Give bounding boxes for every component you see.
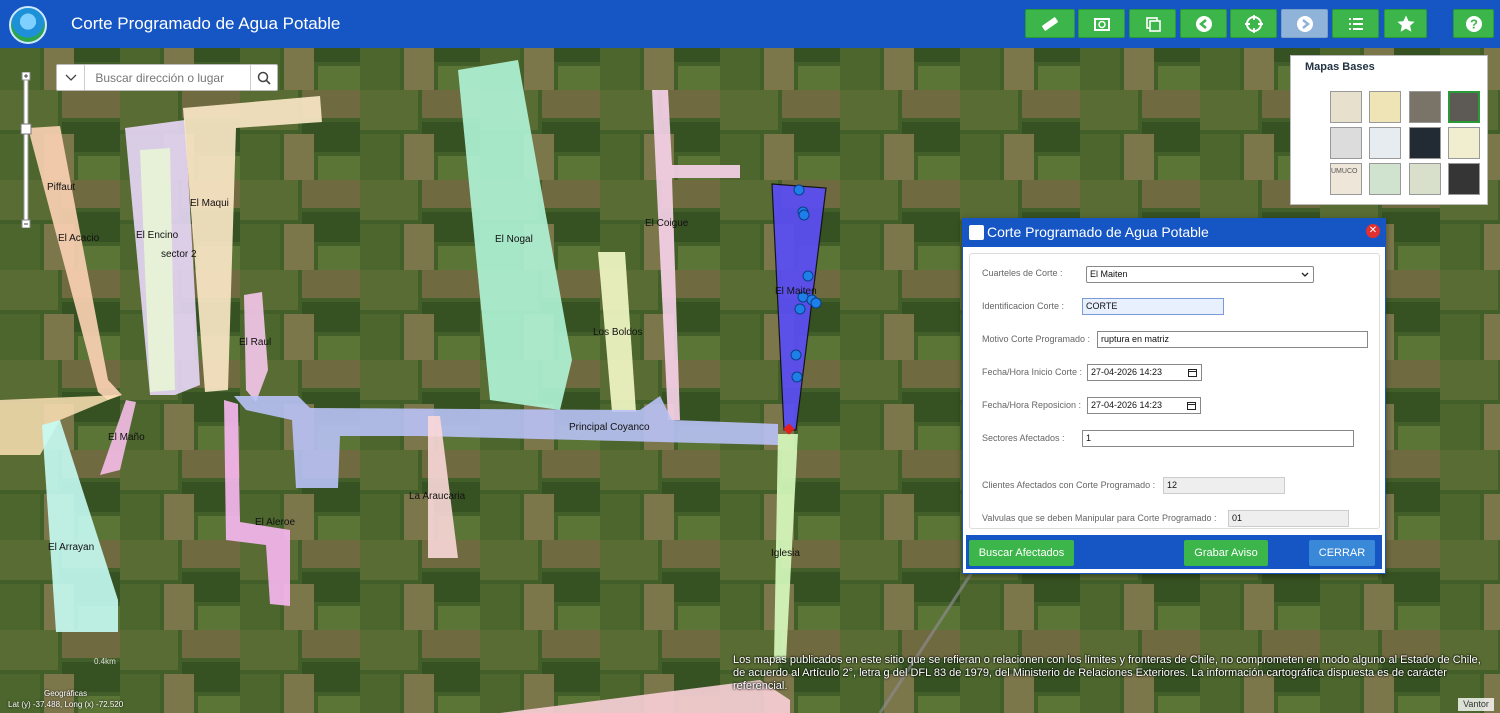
search-button[interactable]: [250, 65, 277, 90]
legal-disclaimer: Los mapas publicados en este sitio que s…: [733, 654, 1481, 692]
search-input[interactable]: [85, 65, 251, 90]
search-bar: [56, 64, 278, 91]
top-bar: Corte Programado de Agua Potable ?: [0, 0, 1500, 48]
zone-label: La Araucaria: [409, 491, 466, 502]
zoom-slider[interactable]: [20, 71, 32, 229]
forward-arrow-icon: [1296, 15, 1313, 32]
zone-label: El Nogal: [495, 234, 533, 245]
back-arrow-icon: [1195, 15, 1212, 32]
dialog-camera-icon: [969, 225, 984, 240]
layers-copy-icon: [1145, 16, 1161, 32]
help-icon: ?: [1465, 15, 1482, 32]
calendar-icon: [1187, 402, 1196, 410]
fecha-reposicion-value: 27-04-2026 14:23: [1091, 400, 1163, 410]
app-title: Corte Programado de Agua Potable: [71, 14, 341, 33]
zone-label: El Maqui: [190, 198, 229, 209]
zone-label: Iglesia: [771, 548, 800, 559]
basemap-gallery-title: Mapas Bases: [1305, 61, 1375, 73]
corte-programado-dialog: Corte Programado de Agua Potable ✕ Cuart…: [962, 218, 1386, 574]
scale-bar: 0.4km: [94, 657, 116, 666]
calendar-icon: [1188, 369, 1197, 377]
photo-search-icon: [1093, 17, 1110, 31]
sectores-label: Sectores Afectados :: [982, 433, 1065, 443]
fecha-reposicion-field[interactable]: 27-04-2026 14:23: [1087, 397, 1201, 414]
valvulas-label: Valvulas que se deben Manipular para Cor…: [982, 513, 1217, 523]
basemap-thumb-hybrid-selected[interactable]: [1448, 91, 1480, 123]
help-button[interactable]: ?: [1453, 9, 1494, 38]
search-dropdown-button[interactable]: [57, 65, 86, 90]
identificacion-field[interactable]: CORTE: [1082, 298, 1224, 315]
clientes-field: 12: [1163, 477, 1285, 494]
dialog-title: Corte Programado de Agua Potable: [987, 224, 1209, 240]
zone-label: El Aleroe: [255, 517, 296, 528]
zone-label: Los Boldos: [593, 327, 643, 338]
app-root: Corte Programado de Agua Potable ? Piffa…: [0, 0, 1500, 713]
zone-label: El Coigue: [645, 218, 689, 229]
basemap-thumb-gray[interactable]: [1330, 127, 1362, 159]
zone-label: El Raul: [239, 337, 272, 348]
list-button[interactable]: [1332, 9, 1379, 38]
dialog-form: Cuarteles de Corte : El Maiten Identific…: [969, 253, 1380, 529]
favorites-button[interactable]: [1384, 9, 1427, 38]
dialog-close-button[interactable]: ✕: [1366, 224, 1380, 238]
basemap-thumb-terrain[interactable]: [1369, 163, 1401, 195]
basemap-thumb-dark[interactable]: [1409, 127, 1441, 159]
identificacion-label: Identificacion Corte :: [982, 301, 1065, 311]
fecha-inicio-field[interactable]: 27-04-2026 14:23: [1087, 364, 1202, 381]
basemap-thumb-osm[interactable]: [1448, 127, 1480, 159]
motivo-label: Motivo Corte Programado :: [982, 334, 1091, 344]
svg-text:?: ?: [1470, 16, 1478, 31]
fecha-reposicion-label: Fecha/Hora Reposicion :: [982, 400, 1082, 410]
ruler-button[interactable]: [1025, 9, 1075, 38]
zone-label: El Maiten: [775, 286, 817, 297]
zone-label: sector 2: [161, 249, 197, 260]
fecha-inicio-value: 27-04-2026 14:23: [1091, 367, 1163, 377]
locate-button[interactable]: [1230, 9, 1277, 38]
cuarteles-value: El Maiten: [1090, 269, 1128, 279]
buscar-afectados-button[interactable]: Buscar Afectados: [969, 540, 1074, 566]
zone-label: El Encino: [136, 230, 179, 241]
basemap-thumb-topo[interactable]: [1369, 91, 1401, 123]
chevron-down-icon: [1301, 272, 1309, 277]
basemap-thumb-light[interactable]: [1369, 127, 1401, 159]
dialog-footer: Buscar Afectados Grabar Aviso CERRAR: [966, 535, 1382, 569]
cuarteles-select[interactable]: El Maiten: [1086, 266, 1314, 283]
forward-button[interactable]: [1281, 9, 1328, 38]
search-icon: [257, 71, 271, 85]
zone-label: Piffaut: [47, 182, 76, 193]
photo-search-button[interactable]: [1078, 9, 1125, 38]
basemap-thumb-relief[interactable]: [1409, 163, 1441, 195]
basemap-thumb-dark-gray[interactable]: [1448, 163, 1480, 195]
list-icon: [1348, 17, 1363, 30]
layers-copy-button[interactable]: [1129, 9, 1176, 38]
attribution: Vantor: [1458, 698, 1494, 711]
zoom-handle: [20, 123, 32, 135]
basemap-thumb-imagery[interactable]: [1409, 91, 1441, 123]
sectores-field[interactable]: 1: [1082, 430, 1354, 447]
grabar-aviso-button[interactable]: Grabar Aviso: [1184, 540, 1268, 566]
water-logo-icon: [9, 6, 47, 44]
chevron-down-icon: [65, 74, 77, 81]
ruler-icon: [1042, 16, 1058, 31]
basemap-thumb-national[interactable]: UMUCO: [1330, 163, 1362, 195]
zone-label: Principal Coyanco: [569, 422, 650, 433]
coordinates-readout: Lat (y) -37.488, Long (x) -72.520: [8, 700, 124, 709]
basemap-gallery: Mapas Bases UMUCO: [1290, 55, 1488, 205]
fecha-inicio-label: Fecha/Hora Inicio Corte :: [982, 367, 1083, 377]
zone-label: El Maño: [108, 432, 145, 443]
favorite-star-icon: [1396, 15, 1415, 32]
clientes-label: Clientes Afectados con Corte Programado …: [982, 480, 1156, 490]
valvulas-field: 01: [1228, 510, 1349, 527]
zone-label: El Acacio: [58, 233, 100, 244]
back-button[interactable]: [1180, 9, 1227, 38]
cerrar-button[interactable]: CERRAR: [1309, 540, 1375, 566]
locate-target-icon: [1244, 14, 1263, 33]
coordinates-title: Geográficas: [44, 689, 88, 698]
motivo-field[interactable]: ruptura en matriz: [1097, 331, 1368, 348]
zone-label: El Arrayan: [48, 542, 95, 553]
dialog-header[interactable]: Corte Programado de Agua Potable ✕: [963, 219, 1385, 247]
basemap-thumb-streets[interactable]: [1330, 91, 1362, 123]
cuarteles-label: Cuarteles de Corte :: [982, 268, 1063, 278]
